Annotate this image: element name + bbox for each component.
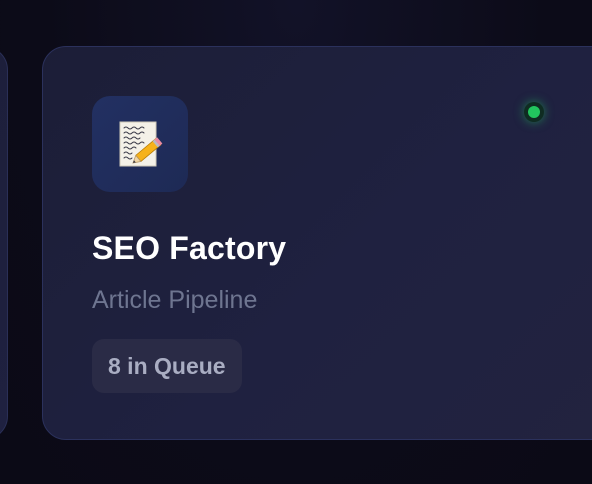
card-icon-tile (92, 96, 188, 192)
adjacent-card[interactable] (0, 46, 8, 440)
status-indicator-dot (528, 106, 540, 118)
memo-with-pencil-icon (119, 121, 163, 167)
queue-count-badge: 8 in Queue (92, 339, 242, 393)
dashboard-canvas: SEO Factory Article Pipeline 8 in Queue (0, 0, 592, 484)
seo-factory-card[interactable]: SEO Factory Article Pipeline 8 in Queue (42, 46, 592, 440)
card-subtitle: Article Pipeline (92, 286, 258, 314)
status-indicator-icon (524, 102, 544, 122)
card-title: SEO Factory (92, 230, 287, 266)
